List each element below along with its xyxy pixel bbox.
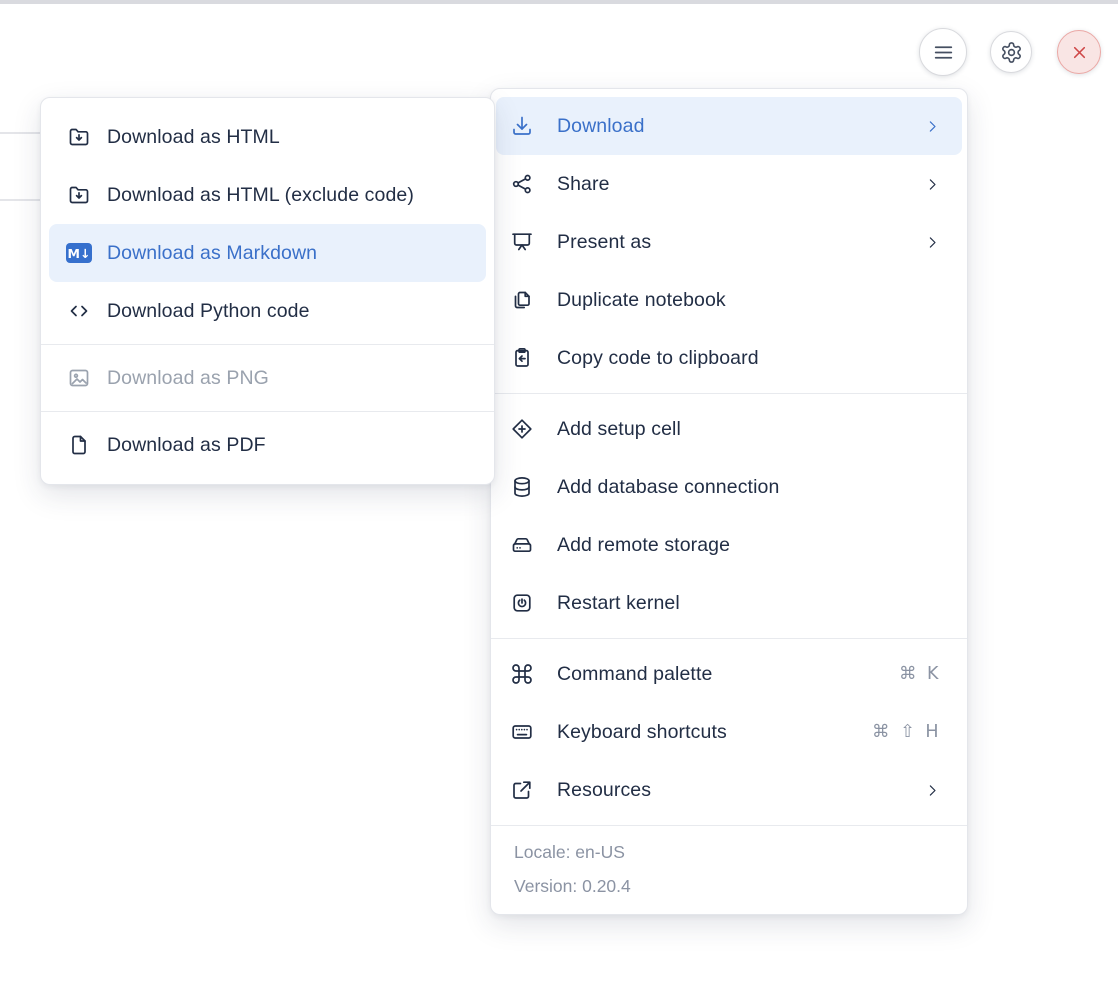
share-icon [509, 171, 535, 197]
folder-download-icon [66, 182, 92, 208]
menu-item-label: Download Python code [107, 300, 470, 323]
hamburger-icon [931, 40, 956, 65]
notebook-actions-menu: Download Share Present as Duplicate noteboo… [490, 88, 968, 915]
menu-item-add-remote-storage[interactable]: Add remote storage [491, 516, 967, 574]
settings-button[interactable] [990, 31, 1032, 73]
version-text: Version: 0.20.4 [514, 873, 943, 899]
menu-item-label: Copy code to clipboard [557, 347, 941, 370]
menu-item-present-as[interactable]: Present as [491, 213, 967, 271]
menu-item-share[interactable]: Share [491, 155, 967, 213]
download-submenu: Download as HTML Download as HTML (exclud… [40, 97, 495, 485]
keyboard-icon [509, 719, 535, 745]
menu-item-label: Present as [557, 231, 924, 254]
locale-text: Locale: en-US [514, 839, 943, 865]
menu-item-label: Add database connection [557, 476, 941, 499]
menu-item-label: Download as PDF [107, 434, 470, 457]
notebook-menu-button[interactable] [919, 28, 967, 76]
power-icon [509, 590, 535, 616]
menu-item-restart-kernel[interactable]: Restart kernel [491, 574, 967, 632]
chevron-right-icon [924, 176, 941, 193]
menu-item-download[interactable]: Download [496, 97, 962, 155]
keyboard-shortcut-hint: ⌘ K [899, 664, 941, 684]
menu-item-label: Keyboard shortcuts [557, 721, 872, 744]
chevron-right-icon [924, 234, 941, 251]
window-top-bar [0, 0, 1118, 4]
menu-item-download-as-png: Download as PNG [41, 349, 494, 407]
menu-footer: Locale: en-US Version: 0.20.4 [491, 825, 967, 914]
menu-item-label: Add setup cell [557, 418, 941, 441]
menu-divider [41, 344, 494, 345]
chevron-right-icon [924, 782, 941, 799]
duplicate-icon [509, 287, 535, 313]
close-icon [1069, 42, 1090, 63]
menu-item-label: Resources [557, 779, 924, 802]
close-button[interactable] [1057, 30, 1101, 74]
file-icon [66, 432, 92, 458]
menu-item-label: Download as Markdown [107, 242, 470, 265]
menu-item-copy-code-to-clipboard[interactable]: Copy code to clipboard [491, 329, 967, 387]
menu-item-label: Duplicate notebook [557, 289, 941, 312]
markdown-icon: M↓ [66, 240, 92, 266]
download-icon [509, 113, 535, 139]
menu-item-label: Add remote storage [557, 534, 941, 557]
background-cell-border [0, 199, 41, 201]
menu-item-add-setup-cell[interactable]: Add setup cell [491, 400, 967, 458]
menu-item-resources[interactable]: Resources [491, 761, 967, 819]
menu-item-label: Restart kernel [557, 592, 941, 615]
menu-item-label: Download as PNG [107, 367, 470, 390]
menu-item-download-as-html-exclude-code[interactable]: Download as HTML (exclude code) [41, 166, 494, 224]
image-icon [66, 365, 92, 391]
menu-item-duplicate-notebook[interactable]: Duplicate notebook [491, 271, 967, 329]
menu-item-label: Download [557, 115, 924, 138]
menu-divider [491, 638, 967, 639]
menu-item-add-database-connection[interactable]: Add database connection [491, 458, 967, 516]
presentation-icon [509, 229, 535, 255]
database-icon [509, 474, 535, 500]
menu-item-label: Share [557, 173, 924, 196]
diamond-plus-icon [509, 416, 535, 442]
code-icon [66, 298, 92, 324]
keyboard-shortcut-hint: ⌘ ⇧ H [872, 722, 941, 742]
storage-drive-icon [509, 532, 535, 558]
gear-icon [1000, 41, 1023, 64]
background-cell-border [0, 132, 41, 134]
command-icon [509, 661, 535, 687]
markdown-badge: M↓ [66, 243, 92, 263]
chevron-right-icon [924, 118, 941, 135]
menu-divider [41, 411, 494, 412]
menu-item-label: Download as HTML (exclude code) [107, 184, 470, 207]
menu-divider [491, 393, 967, 394]
menu-item-download-as-pdf[interactable]: Download as PDF [41, 416, 494, 474]
menu-item-download-as-markdown[interactable]: M↓ Download as Markdown [49, 224, 486, 282]
folder-download-icon [66, 124, 92, 150]
menu-item-download-python-code[interactable]: Download Python code [41, 282, 494, 340]
menu-item-command-palette[interactable]: Command palette⌘ K [491, 645, 967, 703]
menu-item-keyboard-shortcuts[interactable]: Keyboard shortcuts⌘ ⇧ H [491, 703, 967, 761]
menu-item-download-as-html[interactable]: Download as HTML [41, 108, 494, 166]
menu-item-label: Command palette [557, 663, 899, 686]
external-link-icon [509, 777, 535, 803]
menu-item-label: Download as HTML [107, 126, 470, 149]
clipboard-copy-icon [509, 345, 535, 371]
